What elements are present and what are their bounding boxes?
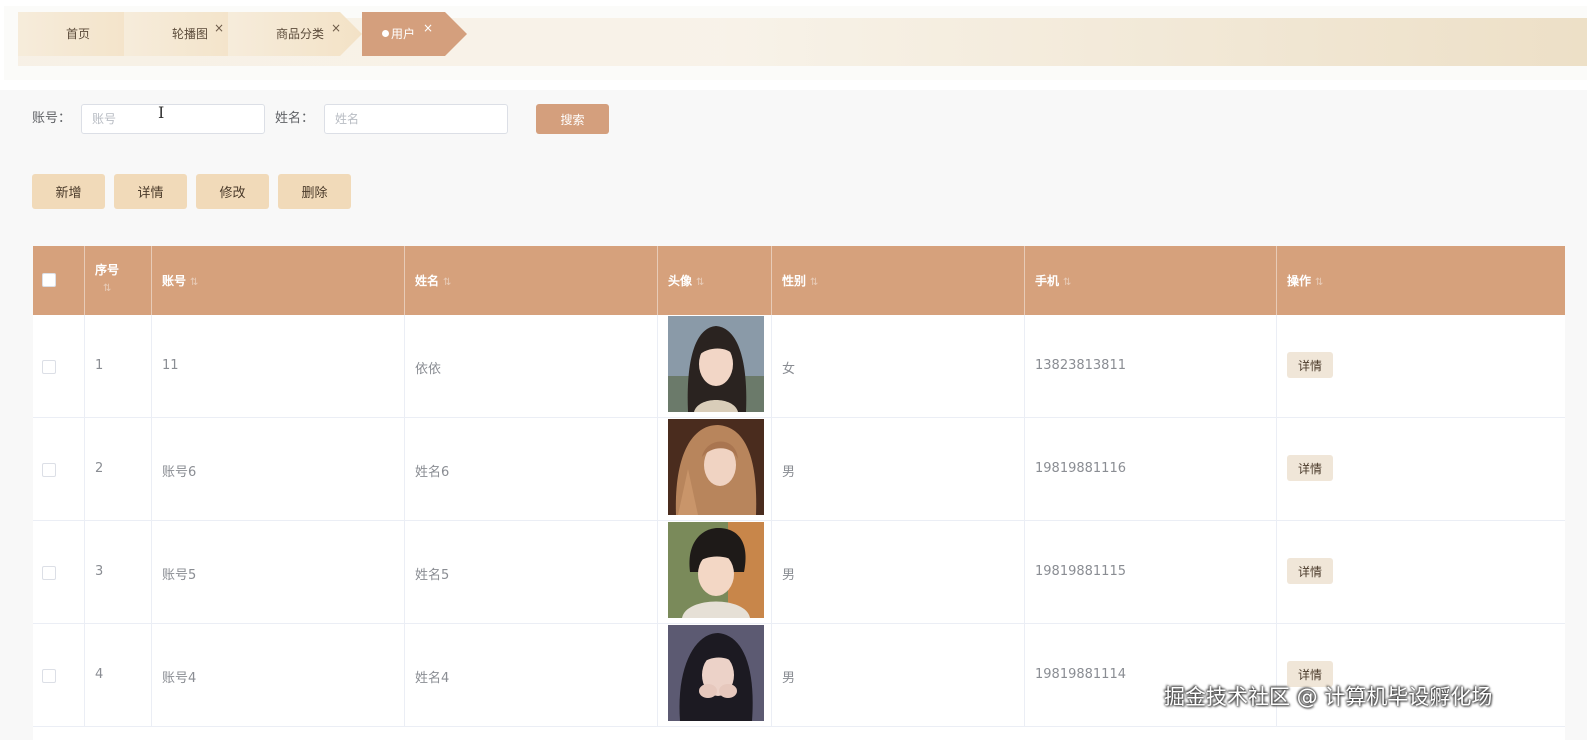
close-icon[interactable]: ×: [214, 6, 224, 50]
row-checkbox[interactable]: [42, 463, 56, 477]
seq-cell: 1: [85, 315, 152, 418]
row-detail-button[interactable]: 详情: [1287, 352, 1333, 378]
seq-cell: 3: [85, 521, 152, 624]
name-search-input[interactable]: [324, 104, 508, 134]
edit-button[interactable]: 修改: [196, 174, 269, 209]
phone-cell: 19819881116: [1025, 418, 1277, 521]
row-select-cell: [33, 521, 85, 624]
row-checkbox[interactable]: [42, 566, 56, 580]
seq-cell: 4: [85, 624, 152, 727]
column-header-seq-label: 序号: [95, 263, 120, 277]
avatar-cell: [658, 418, 772, 521]
close-icon[interactable]: ×: [423, 6, 433, 50]
table-row[interactable]: 3 账号5 姓名5 男 19819881115 详情: [33, 521, 1565, 624]
user-table: 序号 ⇅ 账号 ⇅ 姓名 ⇅ 头像 ⇅ 性别 ⇅ 手机 ⇅ 操作 ⇅ 1 11 依依: [33, 246, 1565, 740]
sort-icon[interactable]: ⇅: [1315, 277, 1323, 288]
column-header-phone-label: 手机: [1035, 274, 1060, 288]
gender-cell: 男: [772, 624, 1025, 727]
ops-cell: 详情: [1277, 418, 1565, 521]
account-cell: 11: [152, 315, 405, 418]
gender-cell: 男: [772, 521, 1025, 624]
column-header-gender-label: 性别: [782, 274, 807, 288]
column-header-account[interactable]: 账号 ⇅: [152, 246, 405, 315]
column-header-gender[interactable]: 性别 ⇅: [772, 246, 1025, 315]
column-header-account-label: 账号: [162, 274, 187, 288]
tab-category-label: 商品分类: [276, 27, 325, 41]
watermark: 掘金技术社区 @ 计算机毕设孵化场: [1164, 685, 1493, 709]
phone-cell: 19819881115: [1025, 521, 1277, 624]
account-search-input[interactable]: [81, 104, 265, 134]
row-checkbox[interactable]: [42, 360, 56, 374]
avatar: [668, 419, 764, 515]
name-cell: 姓名5: [405, 521, 658, 624]
table-row[interactable]: 1 11 依依 女 13823813811 详情: [33, 315, 1565, 418]
detail-button[interactable]: 详情: [114, 174, 187, 209]
close-icon[interactable]: ×: [331, 6, 341, 50]
name-cell: 姓名4: [405, 624, 658, 727]
column-header-ops-label: 操作: [1287, 274, 1312, 288]
avatar-cell: [658, 521, 772, 624]
sort-icon[interactable]: ⇅: [103, 283, 111, 294]
delete-button[interactable]: 删除: [278, 174, 351, 209]
search-button[interactable]: 搜索: [536, 104, 609, 134]
table-row[interactable]: 4 账号4 姓名4 男 19819881114 详情: [33, 624, 1565, 727]
sort-icon[interactable]: ⇅: [443, 277, 451, 288]
account-cell: 账号5: [152, 521, 405, 624]
row-detail-button[interactable]: 详情: [1287, 558, 1333, 584]
select-all-checkbox[interactable]: [42, 273, 56, 287]
add-button[interactable]: 新增: [32, 174, 105, 209]
avatar-cell: [658, 624, 772, 727]
ops-cell: 详情: [1277, 315, 1565, 418]
tab-user[interactable]: 用户 ×: [362, 12, 467, 56]
column-header-avatar[interactable]: 头像 ⇅: [658, 246, 772, 315]
ops-cell: 详情: [1277, 521, 1565, 624]
ops-cell: 详情: [1277, 624, 1565, 727]
tab-user-label: 用户: [382, 12, 415, 56]
column-header-ops[interactable]: 操作 ⇅: [1277, 246, 1565, 315]
phone-cell: 19819881114: [1025, 624, 1277, 727]
sort-icon[interactable]: ⇅: [810, 277, 818, 288]
row-detail-button[interactable]: 详情: [1287, 455, 1333, 481]
column-header-seq[interactable]: 序号 ⇅: [85, 246, 152, 315]
sort-icon[interactable]: ⇅: [1063, 277, 1071, 288]
column-header-name-label: 姓名: [415, 274, 440, 288]
tab-carousel-label: 轮播图: [172, 27, 209, 41]
tab-home-label: 首页: [66, 27, 91, 41]
table-header: 序号 ⇅ 账号 ⇅ 姓名 ⇅ 头像 ⇅ 性别 ⇅ 手机 ⇅ 操作 ⇅: [33, 246, 1565, 315]
column-header-name[interactable]: 姓名 ⇅: [405, 246, 658, 315]
tab-category[interactable]: 商品分类 ×: [228, 12, 362, 56]
select-all-cell: [33, 246, 85, 315]
seq-cell: 2: [85, 418, 152, 521]
active-dot-icon: [382, 30, 389, 37]
account-search-label: 账号：: [32, 111, 72, 126]
avatar: [668, 316, 764, 412]
row-checkbox[interactable]: [42, 669, 56, 683]
row-select-cell: [33, 315, 85, 418]
name-cell: 依依: [405, 315, 658, 418]
gender-cell: 女: [772, 315, 1025, 418]
sort-icon[interactable]: ⇅: [190, 277, 198, 288]
text-cursor-icon: I: [158, 103, 165, 122]
avatar: [668, 625, 764, 721]
row-select-cell: [33, 624, 85, 727]
avatar-cell: [658, 315, 772, 418]
name-cell: 姓名6: [405, 418, 658, 521]
account-cell: 账号4: [152, 624, 405, 727]
sort-icon[interactable]: ⇅: [696, 277, 704, 288]
avatar: [668, 522, 764, 618]
column-header-phone[interactable]: 手机 ⇅: [1025, 246, 1277, 315]
account-cell: 账号6: [152, 418, 405, 521]
gender-cell: 男: [772, 418, 1025, 521]
name-search-label: 姓名：: [275, 111, 315, 126]
phone-cell: 13823813811: [1025, 315, 1277, 418]
row-select-cell: [33, 418, 85, 521]
column-header-avatar-label: 头像: [668, 274, 693, 288]
table-row[interactable]: 2 账号6 姓名6 男 19819881116 详情: [33, 418, 1565, 521]
